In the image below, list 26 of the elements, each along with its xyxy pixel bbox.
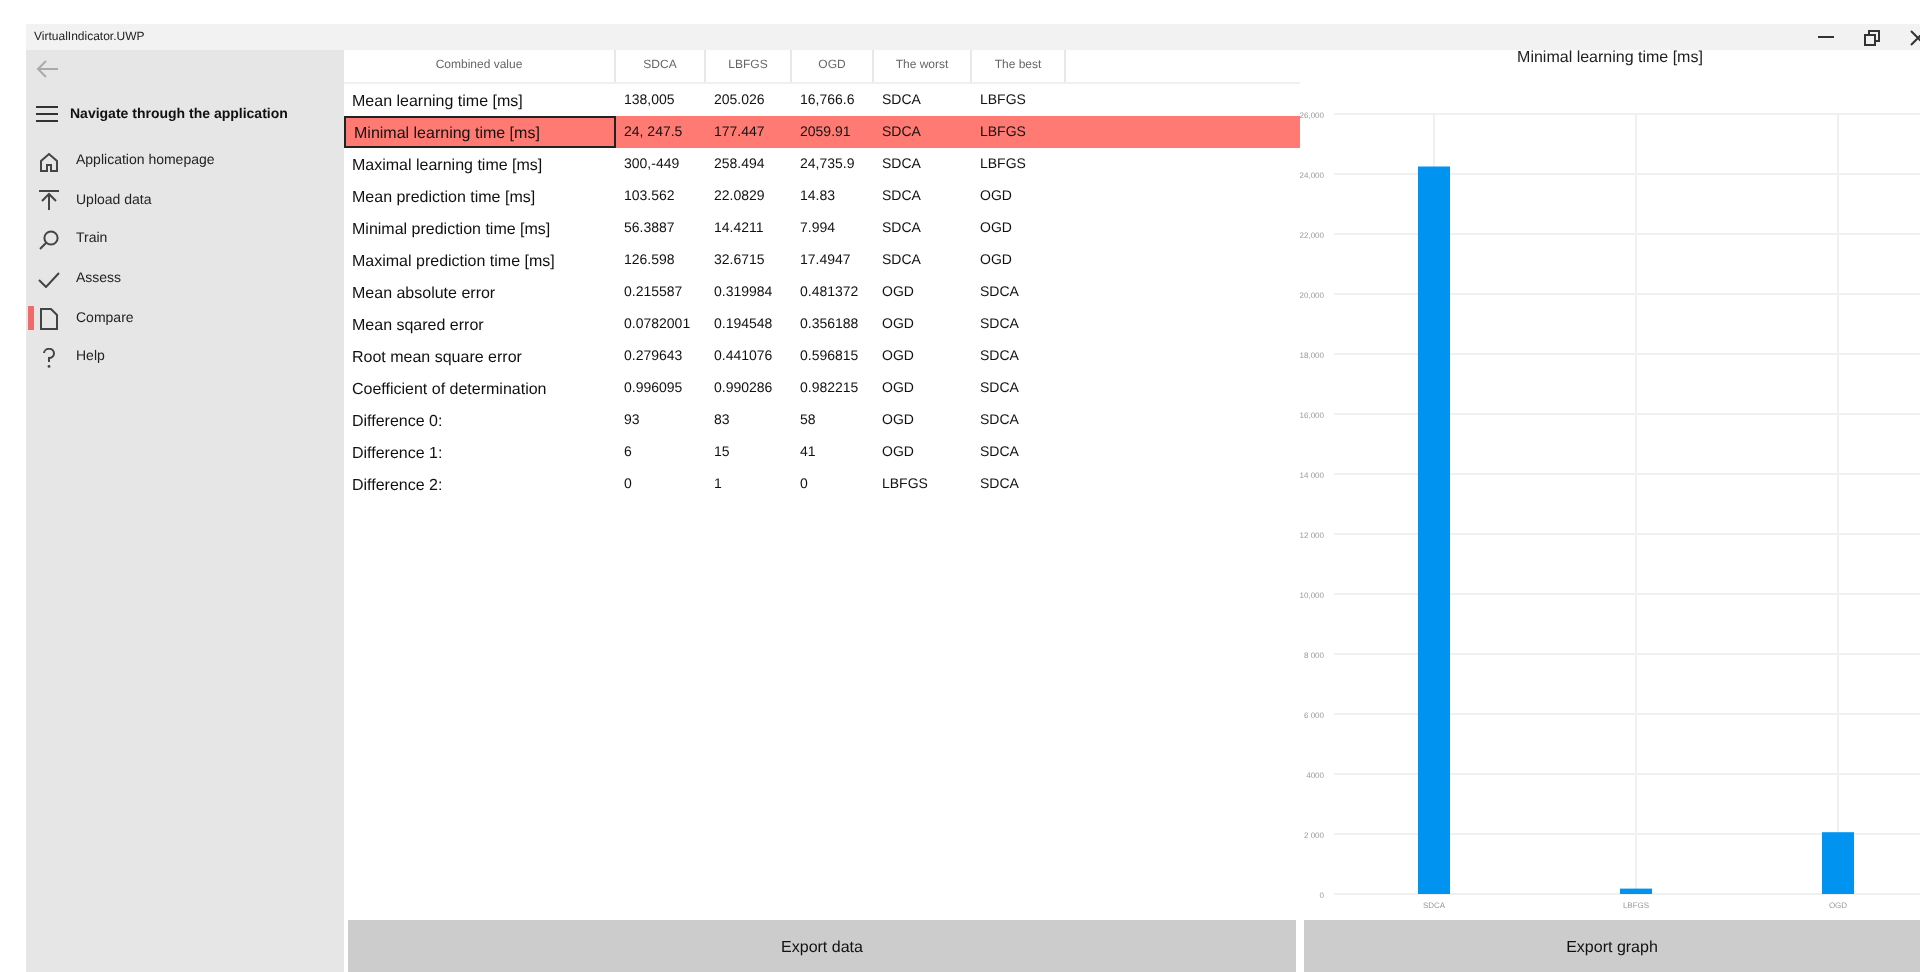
table-cell-text: Mean absolute error — [350, 281, 498, 305]
menu-icon[interactable] — [36, 106, 58, 122]
table-cell-text: Difference 2: — [350, 473, 445, 497]
table-cell-text: Mean prediction time [ms] — [350, 185, 538, 210]
table-cell-text: Coefficient of determination — [350, 377, 549, 401]
table-cell-text: Root mean square error — [350, 345, 524, 370]
upload-icon — [38, 190, 60, 211]
table-cell-text: Difference 1: — [350, 441, 445, 465]
table-cell-text: Maximal learning time [ms] — [350, 153, 545, 178]
close-icon[interactable] — [1910, 29, 1920, 45]
search-icon — [38, 229, 60, 250]
home-icon — [38, 151, 60, 172]
chart-title: Minimal learning time [ms] — [1515, 50, 1705, 70]
restore-icon[interactable] — [1864, 29, 1880, 45]
table-cell-text: Mean sqared error — [350, 313, 486, 338]
export-graph-button[interactable]: Export graph — [1304, 920, 1920, 972]
table-cell-text: Minimal prediction time [ms] — [350, 217, 553, 242]
export-data-button[interactable]: Export data — [348, 920, 1296, 972]
table-cell: Minimal learning time [ms] — [344, 116, 616, 148]
table-cell-text: Mean learning time [ms] — [350, 89, 525, 114]
checkmark-icon — [38, 271, 60, 288]
question-mark-icon — [38, 347, 60, 368]
minimize-icon[interactable] — [1818, 35, 1834, 39]
table-cell-text: Difference 0: — [350, 409, 445, 433]
document-icon — [38, 307, 60, 330]
table-cell-text: Maximal prediction time [ms] — [350, 249, 557, 274]
